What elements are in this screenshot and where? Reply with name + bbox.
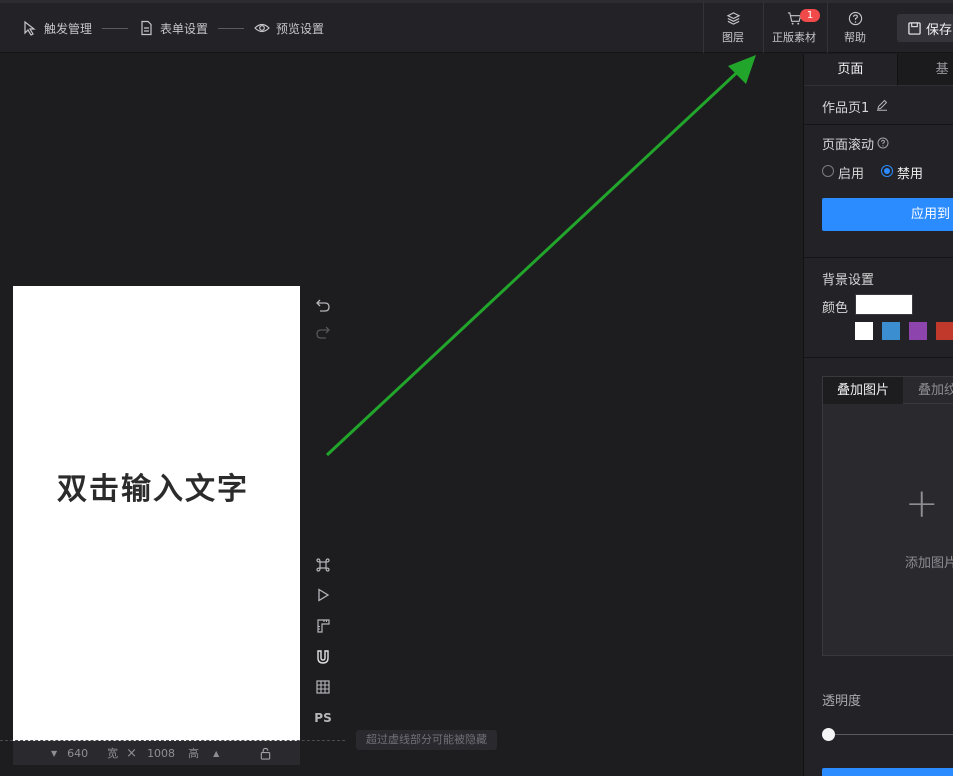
- step-form[interactable]: 表单设置: [138, 20, 208, 37]
- step-trigger[interactable]: 触发管理: [22, 20, 92, 37]
- top-toolbar: 触发管理 表单设置 预览设置 图层 正版素材 1 帮助 保存: [0, 3, 953, 53]
- help-icon[interactable]: [877, 137, 889, 149]
- page-name[interactable]: 作品页1: [822, 97, 869, 116]
- edit-icon[interactable]: [876, 99, 888, 111]
- magnet-button[interactable]: [313, 647, 333, 667]
- radio-enable[interactable]: [822, 165, 834, 177]
- panel-tabs: 页面 基: [804, 54, 953, 86]
- section-divider: [804, 257, 953, 258]
- layers-button[interactable]: 图层: [713, 3, 753, 53]
- trigger-icon: [24, 20, 36, 36]
- lock-icon[interactable]: [259, 747, 272, 760]
- size-up-icon[interactable]: ▲: [213, 749, 219, 758]
- assets-label: 正版素材: [772, 31, 816, 44]
- opacity-slider-handle[interactable]: [822, 728, 835, 741]
- width-value[interactable]: 640: [67, 747, 88, 760]
- shortcut-button[interactable]: [313, 555, 333, 575]
- toolbar-divider: [703, 3, 704, 53]
- plus-icon[interactable]: +: [905, 484, 939, 524]
- step-nav: 触发管理 表单设置 预览设置: [22, 3, 324, 53]
- tab-basic[interactable]: 基: [896, 54, 953, 86]
- add-image-label: 添加图片: [905, 556, 953, 571]
- image-upload-area[interactable]: [822, 404, 953, 656]
- overlay-tabs: 叠加图片 叠加纹: [822, 376, 953, 404]
- step-trigger-label: 触发管理: [44, 21, 93, 36]
- step-divider: [102, 27, 129, 29]
- help-icon: [848, 11, 862, 26]
- panel-action-button[interactable]: [822, 768, 953, 776]
- apply-to-all-button[interactable]: 应用到: [822, 198, 953, 231]
- step-divider: [218, 27, 245, 29]
- opacity-label: 透明度: [822, 694, 862, 709]
- ps-button[interactable]: PS: [313, 708, 333, 728]
- overflow-hint: 超过虚线部分可能被隐藏: [356, 730, 497, 750]
- scroll-label: 页面滚动: [822, 138, 875, 153]
- layers-label: 图层: [722, 31, 744, 44]
- section-divider: [804, 357, 953, 358]
- ruler-button[interactable]: [313, 616, 333, 636]
- placeholder-text-element[interactable]: 双击输入文字: [13, 464, 293, 508]
- save-button[interactable]: 保存: [897, 14, 953, 42]
- ruler-icon: [317, 619, 330, 633]
- magnet-icon: [317, 650, 329, 664]
- toolbar-divider: [763, 3, 764, 53]
- undo-button[interactable]: [313, 295, 333, 315]
- canvas-size-bar: ▼ 640 宽 × 1008 高 ▲: [13, 741, 300, 765]
- swatch-red[interactable]: [936, 322, 953, 340]
- help-label: 帮助: [844, 31, 866, 44]
- swatch-blue[interactable]: [882, 322, 900, 340]
- assets-badge: 1: [800, 9, 820, 22]
- artboard[interactable]: 双击输入文字: [13, 286, 300, 741]
- redo-button[interactable]: [313, 322, 333, 342]
- save-label: 保存: [926, 22, 953, 38]
- assets-button[interactable]: 正版素材 1: [770, 3, 820, 53]
- play-icon: [318, 588, 330, 602]
- times-sign: ×: [126, 745, 138, 761]
- step-preview-label: 预览设置: [276, 21, 325, 36]
- radio-disable-label: 禁用: [897, 167, 924, 182]
- opacity-slider-track[interactable]: [828, 734, 953, 735]
- tab-page[interactable]: 页面: [804, 54, 897, 86]
- layers-icon: [726, 12, 740, 25]
- width-label: 宽: [107, 747, 119, 760]
- undo-icon: [316, 299, 330, 312]
- toolbar-divider: [827, 3, 828, 53]
- play-button[interactable]: [313, 585, 333, 605]
- save-icon: [908, 21, 921, 35]
- step-preview[interactable]: 预览设置: [254, 20, 324, 37]
- color-label: 颜色: [822, 301, 849, 316]
- command-icon: [316, 558, 330, 572]
- grid-icon: [316, 680, 330, 694]
- background-settings-label: 背景设置: [822, 273, 875, 288]
- properties-panel: 页面 基 作品页1 页面滚动 启用 禁用 应用到 背景设置 颜色 叠加图片 叠加…: [803, 54, 953, 776]
- swatch-purple[interactable]: [909, 322, 927, 340]
- height-label: 高: [188, 747, 200, 760]
- form-icon: [141, 20, 152, 36]
- swatch-white[interactable]: [855, 322, 873, 340]
- section-divider: [804, 124, 953, 125]
- size-dropdown-icon[interactable]: ▼: [51, 749, 57, 758]
- tab-overlay-texture[interactable]: 叠加纹: [904, 377, 953, 404]
- height-value[interactable]: 1008: [147, 747, 175, 760]
- help-button[interactable]: 帮助: [837, 3, 873, 53]
- step-form-label: 表单设置: [160, 21, 209, 36]
- background-color-picker[interactable]: [855, 294, 913, 315]
- tab-overlay-image[interactable]: 叠加图片: [823, 377, 904, 404]
- eye-icon: [254, 23, 270, 33]
- grid-button[interactable]: [313, 677, 333, 697]
- redo-icon: [316, 326, 330, 339]
- radio-disable[interactable]: [881, 165, 893, 177]
- radio-enable-label: 启用: [838, 167, 865, 182]
